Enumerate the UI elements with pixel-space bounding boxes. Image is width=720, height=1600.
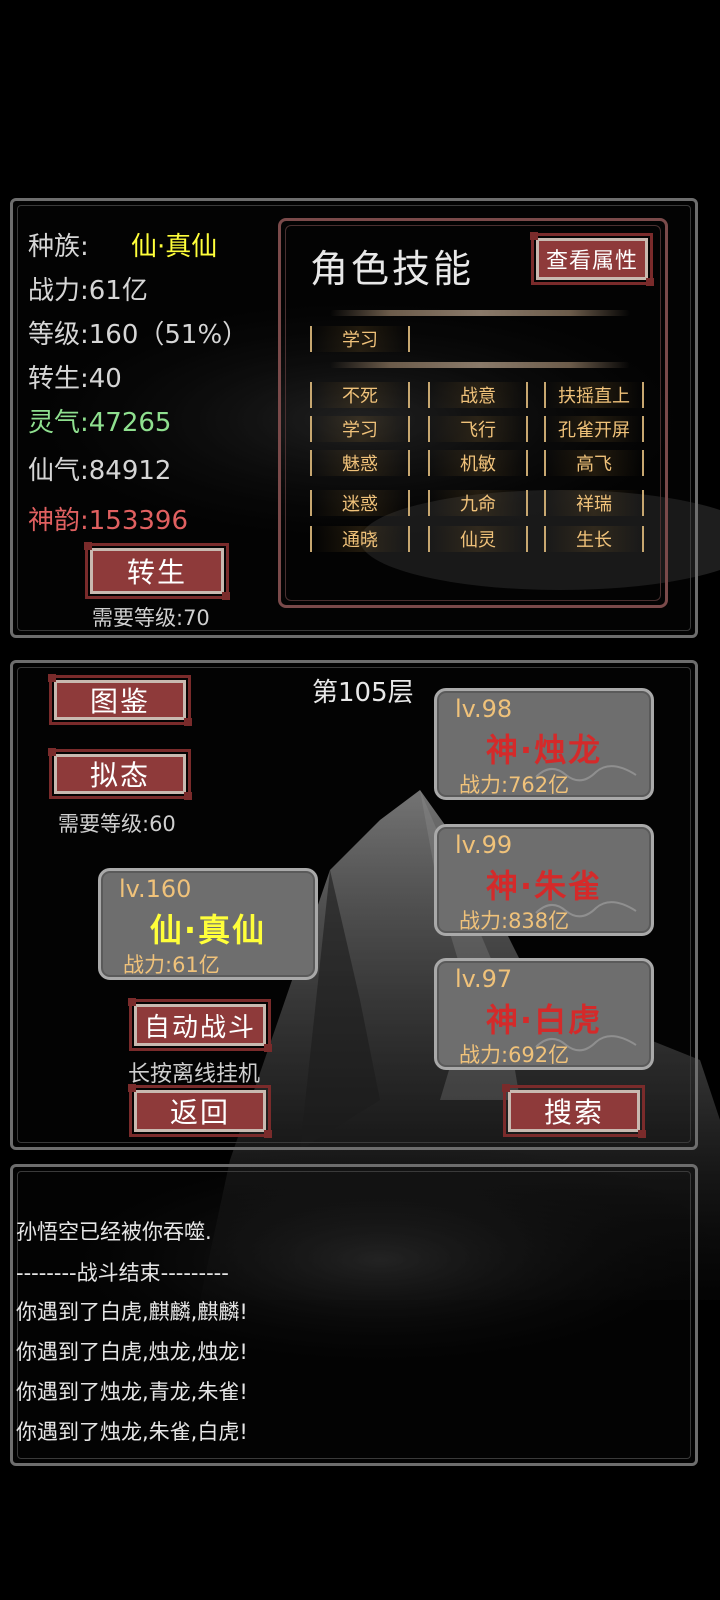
skill-item[interactable]: 不死 <box>310 382 410 408</box>
power-stat: 战力:61亿 <box>28 276 148 306</box>
enemy-level: lv.99 <box>455 831 513 859</box>
atlas-button[interactable]: 图鉴 <box>48 674 192 726</box>
level-stat: 等级:160（51%） <box>28 320 249 350</box>
lingqi-stat: 灵气:47265 <box>28 408 172 438</box>
skill-item[interactable]: 高飞 <box>544 450 644 476</box>
skill-learn[interactable]: 学习 <box>310 326 410 352</box>
log-line: 你遇到了烛龙,青龙,朱雀! <box>16 1380 248 1404</box>
skill-item[interactable]: 飞行 <box>428 416 528 442</box>
skill-item[interactable]: 魅惑 <box>310 450 410 476</box>
rebirth-stat: 转生:40 <box>28 364 122 394</box>
xianqi-stat: 仙气:84912 <box>28 456 172 486</box>
race-stat: 种族: 仙·真仙 <box>28 226 217 263</box>
log-line: 孙悟空已经被你吞噬. <box>16 1220 212 1244</box>
skill-item[interactable]: 九命 <box>428 490 528 516</box>
rebirth-button[interactable]: 转生 <box>84 542 230 600</box>
skill-item[interactable]: 扶摇直上 <box>544 382 644 408</box>
enemy-card[interactable]: lv.99 神·朱雀 战力:838亿 <box>434 824 654 936</box>
shenyun-stat: 神韵:153396 <box>28 506 189 536</box>
skill-item[interactable]: 仙灵 <box>428 526 528 552</box>
auto-battle-hint: 长按离线挂机 <box>128 1062 261 1087</box>
player-level: lv.160 <box>119 875 192 903</box>
floor-title: 第105层 <box>312 678 414 708</box>
log-line: 你遇到了白虎,烛龙,烛龙! <box>16 1340 248 1364</box>
back-button[interactable]: 返回 <box>128 1084 272 1138</box>
skill-item[interactable]: 迷惑 <box>310 490 410 516</box>
player-card[interactable]: lv.160 仙·真仙 战力:61亿 <box>98 868 318 980</box>
enemy-level: lv.97 <box>455 965 513 993</box>
search-button[interactable]: 搜索 <box>502 1084 646 1138</box>
skills-title: 角色技能 <box>310 247 475 291</box>
view-attributes-button[interactable]: 查看属性 <box>530 232 654 286</box>
skills-divider-top <box>330 310 630 316</box>
rebirth-requirement: 需要等级:70 <box>92 606 210 630</box>
race-value: 仙·真仙 <box>131 232 218 262</box>
enemy-card[interactable]: lv.97 神·白虎 战力:692亿 <box>434 958 654 1070</box>
skill-item[interactable]: 祥瑞 <box>544 490 644 516</box>
log-line: 你遇到了白虎,麒麟,麒麟! <box>16 1300 248 1324</box>
enemy-level: lv.98 <box>455 695 513 723</box>
race-label: 种族: <box>28 232 89 262</box>
cloud-icon <box>535 765 637 782</box>
cloud-icon <box>535 1035 637 1052</box>
player-power: 战力:61亿 <box>123 953 220 977</box>
enemy-card[interactable]: lv.98 神·烛龙 战力:762亿 <box>434 688 654 800</box>
skill-item[interactable]: 通晓 <box>310 526 410 552</box>
skill-item[interactable]: 机敏 <box>428 450 528 476</box>
cloud-icon <box>535 901 637 918</box>
skill-item[interactable]: 战意 <box>428 382 528 408</box>
log-line: 你遇到了烛龙,朱雀,白虎! <box>16 1420 248 1444</box>
auto-battle-button[interactable]: 自动战斗 <box>128 998 272 1052</box>
skill-item[interactable]: 孔雀开屏 <box>544 416 644 442</box>
skills-divider-bottom <box>330 362 630 368</box>
mimic-requirement: 需要等级:60 <box>58 812 176 836</box>
mimic-button[interactable]: 拟态 <box>48 748 192 800</box>
player-name: 仙·真仙 <box>149 911 267 949</box>
skill-item[interactable]: 学习 <box>310 416 410 442</box>
skill-item[interactable]: 生长 <box>544 526 644 552</box>
log-line: --------战斗结束--------- <box>16 1261 229 1285</box>
